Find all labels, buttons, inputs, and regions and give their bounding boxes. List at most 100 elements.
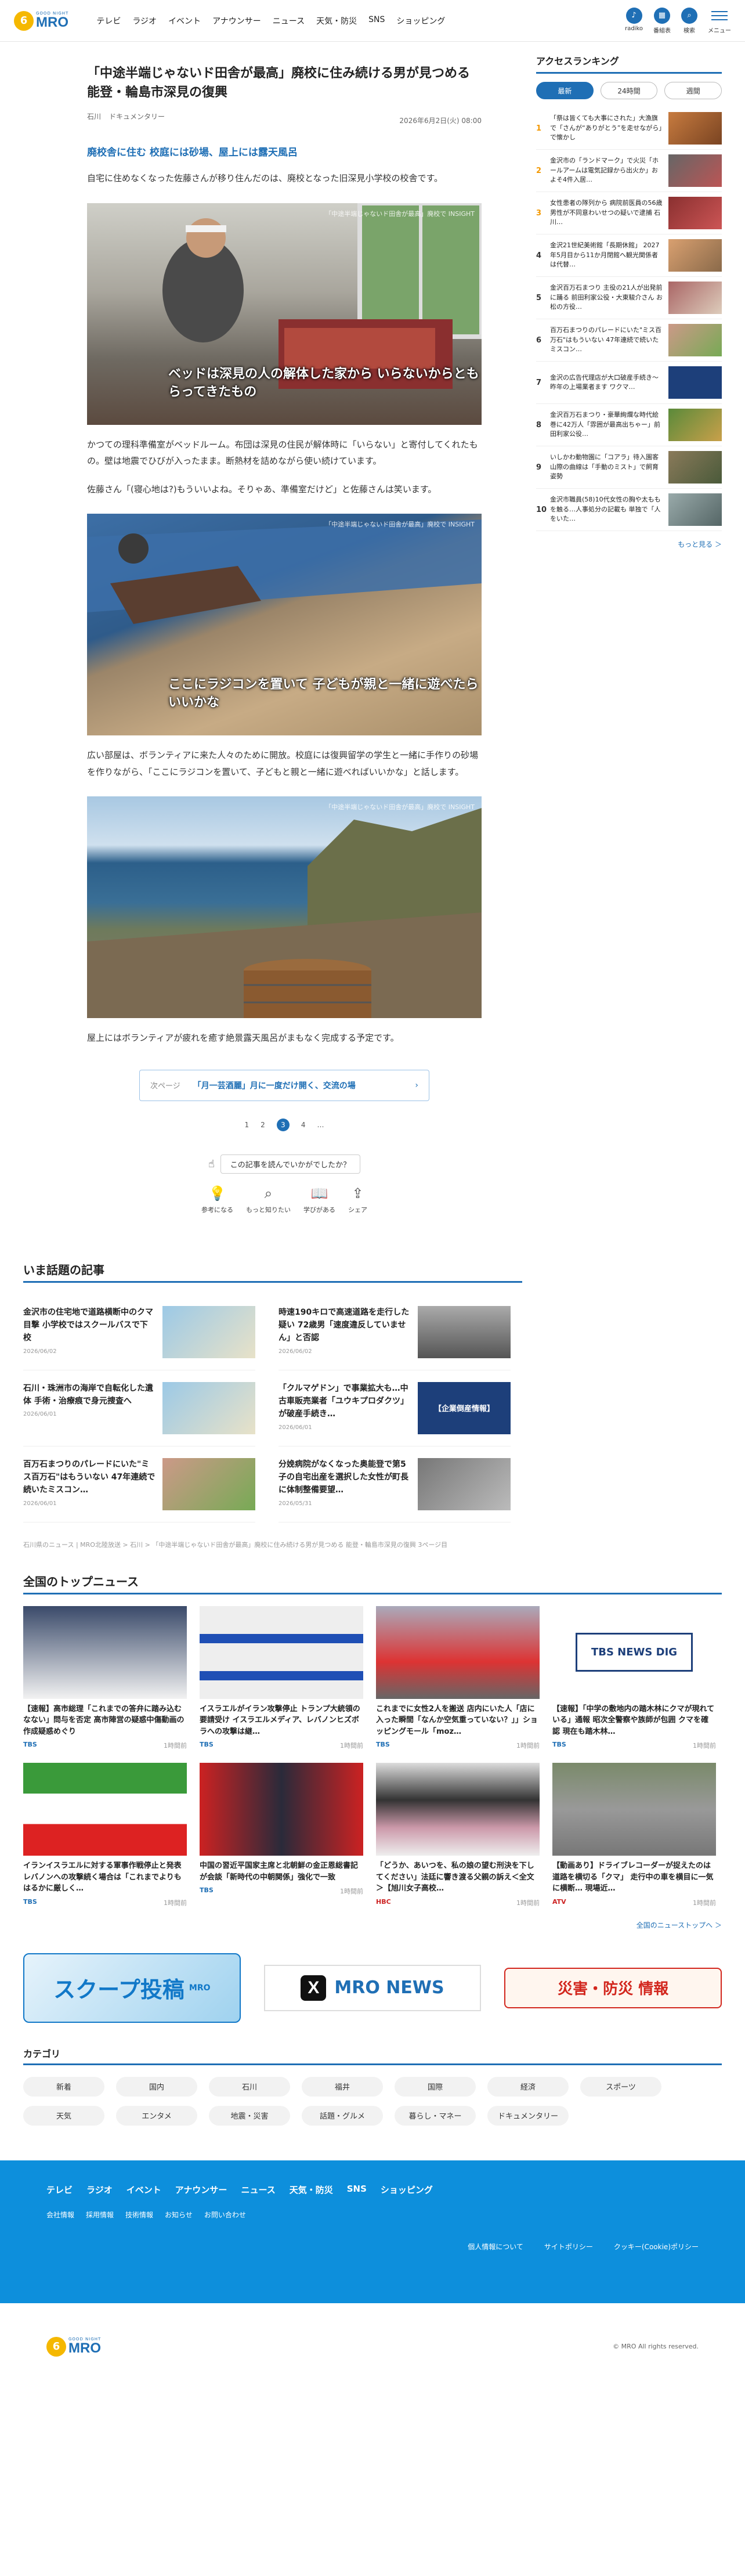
ranking-item[interactable]: 7 金沢の広告代理店が大口破産手続き～ 昨年の上場業者ます ワクマ… [536, 362, 722, 404]
tag-ishikawa[interactable]: 石川 [87, 111, 101, 121]
national-item[interactable]: 【速報】高市総理「これまでの答弁に踏み込むなない」問与を否定 高市陣営の疑惑中傷… [23, 1606, 187, 1751]
nav-event[interactable]: イベント [168, 15, 201, 27]
footer-nav-sns[interactable]: SNS [347, 2184, 367, 2196]
rank-thumbnail [668, 239, 722, 272]
ranking-item[interactable]: 2 金沢市の「ランドマーク」で火災「ホールアームは電気記録から出火か」およそ4件入… [536, 150, 722, 192]
ranking-item[interactable]: 8 金沢百万石まつり・豪華絢爛な時代絵巻に42万人「雰囲が最高出ちゃー」前田利家公… [536, 404, 722, 446]
national-item[interactable]: イスラエルがイラン攻撃停止 トランプ大統領の要請受け イスラエルメディア、レバノ… [200, 1606, 363, 1751]
footer-site-policy[interactable]: サイトポリシー [544, 2242, 593, 2252]
ranking-item[interactable]: 9 いしかわ動物園に「コアラ」待入園客 山際の曲線は「手動のミスト」で飼育姿勢 [536, 446, 722, 489]
footer-recruit[interactable]: 採用情報 [86, 2210, 114, 2220]
topic-item[interactable]: 「クルマゲドン」で事業拡大も…中古車販売業者「ユウキプロダクツ」が破産手続き… 2… [279, 1370, 511, 1446]
category-chip[interactable]: 話題・グルメ [302, 2105, 383, 2126]
footer-nav-shopping[interactable]: ショッピング [381, 2184, 433, 2196]
national-title: 中国の習近平国家主席と北朝鮮の金正恩総書記が会談「新時代の中朝関係」強化で一致 [200, 1861, 359, 1882]
ranking-item[interactable]: 3 女性患者の隊列から 病院前医員の56歳男性が不同意わいせつの疑いで逮捕 石川… [536, 192, 722, 234]
footer-logo[interactable]: 6 GOOD NIGHT MRO [46, 2336, 101, 2357]
ranking-item[interactable]: 5 金沢百万石まつり 主役の21人が出発前に踊る 前田利家公役・大東駿介さん お松… [536, 277, 722, 319]
national-item[interactable]: イランイスラエルに対する軍事作戦停止と発表 レバノンへの攻撃続く場合は「これまで… [23, 1763, 187, 1907]
reaction-helpful[interactable]: 💡 参考になる [201, 1185, 233, 1214]
footer-nav-news[interactable]: ニュース [241, 2184, 275, 2196]
nav-news[interactable]: ニュース [273, 15, 305, 27]
category-chip[interactable]: 新着 [23, 2076, 104, 2097]
nav-shopping[interactable]: ショッピング [396, 15, 445, 27]
footer-nav-weather[interactable]: 天気・防災 [290, 2184, 333, 2196]
search-icon: ⌕ [264, 1185, 273, 1202]
site-logo[interactable]: 6 GOOD NIGHT MRO [14, 10, 68, 31]
national-item[interactable]: 中国の習近平国家主席と北朝鮮の金正恩総書記が会談「新時代の中朝関係」強化で一致 T… [200, 1763, 363, 1907]
nav-announcer[interactable]: アナウンサー [212, 15, 261, 27]
category-chip[interactable]: エンタメ [116, 2105, 197, 2126]
category-chip[interactable]: 石川 [209, 2076, 290, 2097]
photo-caption: ベッドは深見の人の解体した家から いらないからともらってきたもの [168, 366, 479, 399]
next-page-label: 次ページ [150, 1082, 180, 1091]
topic-item[interactable]: 金沢市の住宅地で道路横断中のクマ目撃 小学校ではスクールバスで下校 2026/06… [23, 1294, 255, 1370]
rank-title: 金沢百万石まつり・豪華絢爛な時代絵巻に42万人「雰囲が最高出ちゃー」前田利家公役… [550, 411, 660, 438]
mro-news-x-banner[interactable]: X MRO NEWS [263, 1964, 482, 2011]
book-icon: 📖 [310, 1185, 328, 1202]
category-chip[interactable]: 暮らし・マネー [395, 2105, 476, 2126]
ranking-item[interactable]: 1 「祭は皆くても大事にされた」大漁旗で「さんが“ありがとう”を走せながら」で懐か… [536, 107, 722, 150]
footer-nav-tv[interactable]: テレビ [46, 2184, 73, 2196]
national-item[interactable]: 【動画あり】ドライブレコーダーが捉えたのは道路を横切る「クマ」 走行中の車を横目… [552, 1763, 716, 1907]
footer-cookie-policy[interactable]: クッキー(Cookie)ポリシー [614, 2242, 699, 2252]
nav-radio[interactable]: ラジオ [132, 15, 157, 27]
category-chip[interactable]: 経済 [487, 2076, 569, 2097]
topics-grid: 金沢市の住宅地で道路横断中のクマ目撃 小学校ではスクールバスで下校 2026/06… [23, 1294, 522, 1522]
ranking-item[interactable]: 6 百万石まつりのパレードにいた"ミス百万石"はもういない 47年連続で続いたミス… [536, 319, 722, 362]
program-guide-button[interactable]: ▦ 番組表 [653, 7, 671, 34]
tab-24h[interactable]: 24時間 [600, 82, 658, 99]
category-chip[interactable]: 国内 [116, 2076, 197, 2097]
topic-item[interactable]: 石川・珠洲市の海岸で自転化した遺体 手術・治療痕で身元捜査へ 2026/06/01 [23, 1370, 255, 1446]
tab-weekly[interactable]: 週間 [664, 82, 722, 99]
topic-item[interactable]: 分娩病院がなくなった奥能登で第5子の自宅出産を選択した女性が町長に体制整備要望…… [279, 1446, 511, 1522]
nav-sns[interactable]: SNS [368, 15, 385, 27]
footer-company[interactable]: 会社情報 [46, 2210, 74, 2220]
reaction-more[interactable]: ⌕ もっと知りたい [246, 1185, 291, 1214]
ranking-title: アクセスランキング [536, 53, 722, 74]
search-button[interactable]: ⌕ 検索 [681, 7, 697, 34]
national-item[interactable]: TBS NEWS DIG 【速報】「中学の敷地内の踏木林にクマが現れている」通報 … [552, 1606, 716, 1751]
footer-nav-radio[interactable]: ラジオ [86, 2184, 113, 2196]
category-chip[interactable]: 福井 [302, 2076, 383, 2097]
rank-thumbnail [668, 324, 722, 356]
national-more-link[interactable]: 全国のニューストップへ ＞ [23, 1920, 722, 1930]
nav-weather[interactable]: 天気・防災 [316, 15, 357, 27]
topic-item[interactable]: 時速190キロで高速道路を走行した疑い 72歳男「速度違反していません」と否認 2… [279, 1294, 511, 1370]
footer-nav-announcer[interactable]: アナウンサー [175, 2184, 227, 2196]
category-chip[interactable]: スポーツ [580, 2076, 661, 2097]
ranking-more-link[interactable]: もっと見る ＞ [536, 539, 722, 549]
page-link-1[interactable]: 1 [245, 1121, 249, 1129]
reaction-learn[interactable]: 📖 学びがある [303, 1185, 335, 1214]
reaction-share[interactable]: ⇪ シェア [348, 1185, 367, 1214]
footer-contact[interactable]: お問い合わせ [204, 2210, 246, 2220]
category-chip[interactable]: 天気 [23, 2105, 104, 2126]
nav-tv[interactable]: テレビ [96, 15, 121, 27]
ranking-item[interactable]: 10 金沢市職員(58)10代女性の胸や太ももを触る…人事処分の記載も 単独で「人… [536, 489, 722, 531]
disaster-info-banner[interactable]: 災害・防災 情報 [504, 1967, 722, 2008]
category-chip[interactable]: 地震・災害 [209, 2105, 290, 2126]
next-page-link[interactable]: 次ページ 「月一芸酒麗」月に一度だけ開く、交流の場 › [139, 1069, 429, 1101]
category-chip[interactable]: 国際 [395, 2076, 476, 2097]
radiko-button[interactable]: ♪ radiko [625, 7, 643, 34]
page-link-4[interactable]: 4 [301, 1121, 306, 1129]
category-chip[interactable]: ドキュメンタリー [487, 2105, 569, 2126]
lightbulb-icon: 💡 [208, 1185, 226, 1202]
tv-guide-icon: ▦ [654, 7, 670, 24]
category-heading: カテゴリ [23, 2046, 722, 2065]
rank-title: 金沢21世紀美術館「長期休館」 2027年5月目から11か月閉館へ観光関係者は代… [550, 241, 660, 269]
footer-privacy[interactable]: 個人情報について [468, 2242, 523, 2252]
tab-latest[interactable]: 最新 [536, 82, 594, 99]
footer-tech[interactable]: 技術情報 [125, 2210, 153, 2220]
footer-notice[interactable]: お知らせ [165, 2210, 193, 2220]
page-link-2[interactable]: 2 [261, 1121, 265, 1129]
tag-documentary[interactable]: ドキュメンタリー [109, 111, 165, 121]
topic-item[interactable]: 百万石まつりのパレードにいた"ミス百万石"はもういない 47年連続で続いたミスコ… [23, 1446, 255, 1522]
footer-nav-event[interactable]: イベント [126, 2184, 161, 2196]
national-item[interactable]: これまでに女性2人を搬送 店内にいた人「店に入った瞬間「なんか空気重っていない？… [376, 1606, 540, 1751]
national-item[interactable]: 「どうか、あいつを、私の娘の望む刑決を下してください」法廷に響き渡る父親の訴え＜… [376, 1763, 540, 1907]
menu-button[interactable]: メニュー [708, 8, 731, 34]
ranking-item[interactable]: 4 金沢21世紀美術館「長期休館」 2027年5月目から11か月閉館へ観光関係者は… [536, 234, 722, 277]
program-guide-label: 番組表 [653, 27, 671, 34]
scoop-banner[interactable]: スクープ投稿 MRO [23, 1953, 241, 2023]
